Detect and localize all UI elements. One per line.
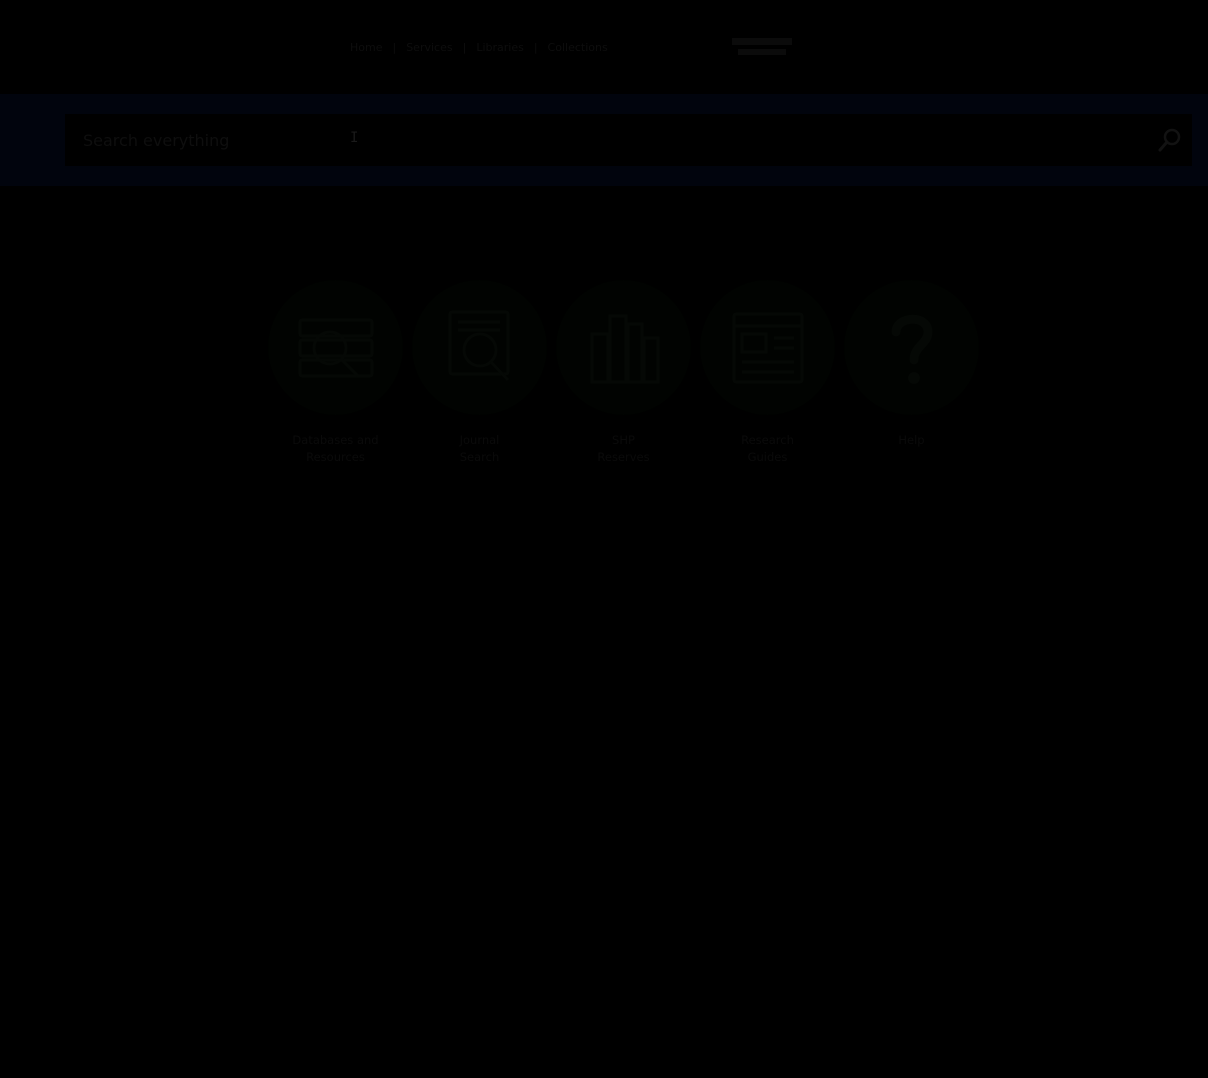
database-search-icon [298, 318, 373, 377]
logo-icon [732, 38, 792, 55]
tile-label-line: Databases and [292, 433, 379, 447]
question-icon [891, 314, 933, 384]
guide-page-icon [732, 312, 803, 383]
nav-item-services[interactable]: Services [406, 41, 452, 54]
quick-links: Databases and Resources Journal Search S… [268, 280, 979, 466]
search-box: I [65, 114, 1192, 166]
tile-label: Journal Search [425, 432, 535, 466]
top-nav: Home | Services | Libraries | Collection… [350, 38, 608, 56]
nav-separator: | [533, 40, 538, 54]
tile-label: Databases and Resources [281, 432, 391, 466]
tile-help[interactable]: Help [844, 280, 979, 466]
tile-circle [700, 280, 835, 415]
search-button[interactable] [1156, 126, 1184, 154]
tile-research-guides[interactable]: Research Guides [700, 280, 835, 466]
journal-search-icon [448, 310, 509, 381]
nav-separator: | [462, 40, 467, 54]
top-header: Home | Services | Libraries | Collection… [0, 0, 1208, 94]
tile-circle [268, 280, 403, 415]
search-input[interactable] [65, 114, 1145, 166]
tile-label-line: SHP [612, 433, 635, 447]
tile-label-line: Guides [747, 450, 788, 464]
nav-item-libraries[interactable]: Libraries [476, 41, 524, 54]
tile-circle [556, 280, 691, 415]
tile-label: Help [857, 432, 967, 449]
tile-circle [844, 280, 979, 415]
nav-item-home[interactable]: Home [350, 41, 382, 54]
tile-label-line: Research [741, 433, 794, 447]
tile-label: Research Guides [713, 432, 823, 466]
tile-journal-search[interactable]: Journal Search [412, 280, 547, 466]
tile-label-line: Help [898, 433, 925, 447]
tile-label-line: Search [459, 450, 500, 464]
nav-separator: | [392, 40, 397, 54]
search-icon [1158, 128, 1181, 152]
search-band: I [0, 94, 1208, 186]
tile-databases[interactable]: Databases and Resources [268, 280, 403, 466]
tile-label: SHP Reserves [569, 432, 679, 466]
brand-logo[interactable] [730, 36, 794, 58]
books-icon [590, 314, 659, 383]
tile-label-line: Reserves [597, 450, 650, 464]
tile-shp-reserves[interactable]: SHP Reserves [556, 280, 691, 466]
tile-label-line: Resources [306, 450, 365, 464]
text-cursor-icon: I [350, 130, 359, 146]
tile-label-line: Journal [459, 433, 500, 447]
tile-circle [412, 280, 547, 415]
nav-item-collections[interactable]: Collections [548, 41, 608, 54]
